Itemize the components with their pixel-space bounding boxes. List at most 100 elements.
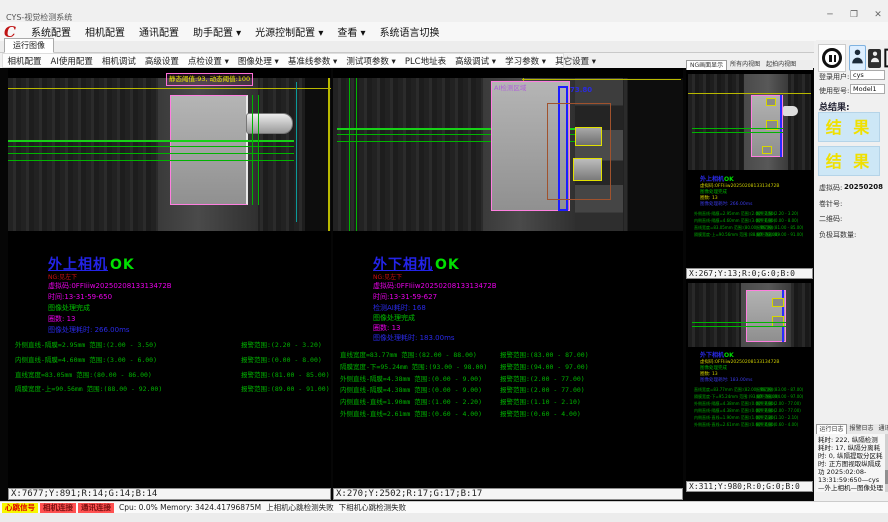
camera2-turns: 圈数: 13 — [373, 323, 401, 333]
menu-item-comm-config[interactable]: 通讯配置 — [132, 24, 186, 39]
thumb-measure-right: 报警范围:(1.10 - 2.10) — [756, 415, 798, 421]
overlay-green-line — [692, 322, 786, 323]
tab-detect-box — [575, 127, 602, 146]
overlay-green-vline — [258, 95, 259, 205]
thumb-measure-row: 内侧直线-隔膜=4.60mm 范围:(3.00 - 6.00)报警范围:(0.0… — [694, 218, 811, 224]
measurement-right: 报警范围:(0.00 - 8.00) — [241, 354, 322, 364]
toolbar-image-processing[interactable]: 图像处理 ▾ — [233, 55, 283, 67]
tab-search-box — [547, 103, 611, 200]
toolbar-plc-address[interactable]: PLC地址表 — [400, 55, 450, 67]
statusbar: 心跳信号 相机连接 通讯连接 Cpu: 0.0% Memory: 3424.41… — [0, 501, 888, 513]
measurement-right: 报警范围:(1.10 - 2.10) — [500, 396, 581, 406]
thumb-status: OK — [724, 352, 734, 359]
measurement-left: 外侧直线-隔膜=4.38mm 范围:(0.00 - 9.00) — [340, 373, 482, 383]
thumbnail-bottom-title: 外下相机OK — [700, 350, 734, 359]
camera1-ng-note: NG:见左下 — [48, 272, 77, 281]
needle-number-label: 卷针号: — [819, 199, 842, 209]
measurement-row: 内侧直线-隔膜=4.60mm 范围:(3.00 - 6.00) 报警范围:(0.0… — [15, 354, 329, 363]
tab-comm-log[interactable]: 通讯日志 — [876, 424, 888, 434]
thumbnail-top-readout: X:267;Y:13;R:0;G:0;B:0 — [686, 268, 813, 279]
operator-button[interactable] — [868, 49, 881, 68]
measurement-left: 直线宽度=83.77mm 范围:(82.00 - 88.00) — [340, 349, 477, 359]
toolbar-baseline-params[interactable]: 基准线参数 ▾ — [283, 55, 341, 67]
vcode-label: 虚拟码: — [819, 183, 842, 193]
thumbnail-tabs: NG画面显示 所有内视图 起拍内视图 — [686, 60, 813, 70]
camera2-ai-elapsed: 检测AI耗时: 168 — [373, 303, 426, 313]
menu-item-system-config[interactable]: 系统配置 — [24, 24, 78, 39]
measurement-row: 隔膜宽度-下=95.24mm 范围:(93.00 - 98.00)报警范围:(9… — [340, 361, 681, 370]
camera1-title-text: 外上相机 — [48, 257, 108, 273]
separator-region-box — [170, 95, 248, 205]
app-window: CYS-视觉检测系统 ─ ❐ ✕ C 系统配置 相机配置 通讯配置 助手配置 ▾… — [0, 0, 888, 522]
measurement-row: 直线宽度=83.77mm 范围:(82.00 - 88.00)报警范围:(83.… — [340, 349, 681, 358]
exit-button[interactable] — [882, 46, 888, 71]
measurement-right: 报警范围:(89.00 - 91.00) — [241, 383, 330, 393]
toolbar-learning-params[interactable]: 学习参数 ▾ — [501, 55, 551, 67]
thumb-measure-right: 报警范围:(89.00 - 91.00) — [756, 232, 803, 238]
login-user-input[interactable]: cys — [850, 70, 885, 80]
menu-item-view[interactable]: 查看 ▾ — [330, 24, 372, 39]
thumb-measure-right: 报警范围:(81.00 - 85.00) — [756, 225, 803, 231]
menubar: C 系统配置 相机配置 通讯配置 助手配置 ▾ 光源控制配置 ▾ 查看 ▾ 系统… — [0, 22, 888, 41]
camera1-title: 外上相机OK — [48, 254, 135, 274]
thumbnail-top-panel[interactable]: 外上相机OK 虚拟码:0FFIiiw2025020813313472B 图像处理… — [686, 70, 813, 268]
measurement-right: 报警范围:(2.00 - 77.00) — [500, 384, 585, 394]
user-login-button[interactable] — [849, 45, 866, 71]
log-text: 耗时: 222, 纵隔检测耗时: 17, 纵隔分离耗时: 0, 纵隔提取分区耗时… — [816, 434, 885, 492]
tab-detect-box — [762, 146, 772, 154]
toolbar-other-settings[interactable]: 其它设置 ▾ — [551, 55, 601, 67]
overlay-green-line — [692, 128, 783, 129]
measurement-row: 外侧直线-直线=2.61mm 范围:(0.60 - 4.00)报警范围:(0.6… — [340, 408, 681, 417]
toolbar-camera-config[interactable]: 相机配置 — [3, 55, 46, 67]
tab-run-image[interactable]: 运行图像 — [4, 38, 54, 53]
menu-item-language[interactable]: 系统语言切换 — [373, 24, 447, 39]
maximize-button[interactable]: ❐ — [848, 10, 860, 20]
tab-alarm-log[interactable]: 报警日志 — [847, 424, 876, 434]
thumbnail-bottom-panel[interactable]: 外下相机OK 虚拟码:0FFIiiw2025020813313472B 图像处理… — [686, 279, 813, 481]
menu-item-assistant-config[interactable]: 助手配置 ▾ — [186, 24, 248, 39]
thumb-measure-row: 外侧直线-直线=2.61mm 范围:(0.60 - 4.00)报警范围:(0.6… — [694, 422, 811, 428]
vcode-value: 20250208 — [844, 183, 883, 191]
tab-run-log[interactable]: 运行日志 — [816, 424, 847, 434]
camera1-done: 图像处理完成 — [48, 303, 90, 313]
toolbar-ai-usage[interactable]: AI使用配置 — [46, 55, 97, 67]
toolbar-test-params[interactable]: 测试项参数 ▾ — [342, 55, 400, 67]
thumb-measure-row: 内侧直线-隔膜=4.38mm 范围:(0.00 - 9.00)报警范围:(2.0… — [694, 408, 811, 414]
qr-code-label: 二维码: — [819, 214, 842, 224]
camera1-time: 时间:13-31-59-650 — [48, 292, 112, 302]
camera2-elapsed: 图像处理耗时: 183.00ms — [373, 333, 455, 343]
tab-detect-box — [766, 98, 776, 106]
thumb-measure-right: 报警范围:(2.00 - 77.00) — [756, 408, 801, 414]
log-tabs: 运行日志 报警日志 通讯日志 — [816, 424, 888, 434]
window-controls: ─ ❐ ✕ — [824, 10, 884, 20]
close-button[interactable]: ✕ — [872, 10, 884, 20]
tab-ng-display[interactable]: NG画面显示 — [686, 60, 727, 70]
toolbar-advanced-settings[interactable]: 高级设置 — [140, 55, 183, 67]
tab-all-views[interactable]: 所有内视图 — [727, 60, 763, 70]
minimize-button[interactable]: ─ — [824, 10, 836, 20]
thumb-measure-right: 报警范围:(83.00 - 87.00) — [756, 387, 803, 393]
menu-item-light-control[interactable]: 光源控制配置 ▾ — [248, 24, 330, 39]
menu-item-camera-config[interactable]: 相机配置 — [78, 24, 132, 39]
camera2-done: 图像处理完成 — [373, 313, 415, 323]
measurement-left: 外侧直线-直线=2.61mm 范围:(0.60 - 4.00) — [340, 408, 482, 418]
thumbnail-top-title: 外上相机OK — [700, 174, 734, 183]
thumb-elapsed: 图像处理耗时: 183.00ms — [700, 377, 752, 383]
ai-region-label: AI检测区域 — [494, 82, 526, 92]
overlay-green-vline — [349, 78, 350, 231]
pause-button[interactable] — [818, 44, 846, 72]
thumb-elapsed: 图像处理耗时: 266.00ms — [700, 201, 752, 207]
toolbar-spot-check[interactable]: 点检设置 ▾ — [183, 55, 233, 67]
measurement-right: 报警范围:(94.00 - 97.00) — [500, 361, 589, 371]
model-input[interactable]: Model1 — [850, 84, 885, 94]
tab-start-views[interactable]: 起拍内视图 — [763, 60, 799, 70]
measurement-left: 内侧直线-隔膜=4.60mm 范围:(3.00 - 6.00) — [15, 354, 157, 364]
result-box-1: 结 果 — [818, 112, 880, 142]
overlay-yellow-line — [688, 93, 811, 94]
titlebar: CYS-视觉检测系统 ─ ❐ ✕ — [0, 0, 888, 22]
thumbnail-bottom-readout: X:311;Y:980;R:0;G:0;B:0 — [686, 481, 813, 492]
camera2-image-dark-zone — [628, 78, 683, 231]
camera2-vcode: 虚拟码:0FFIiiw2025020813313472B — [373, 281, 497, 291]
toolbar-camera-debug[interactable]: 相机调试 — [97, 55, 140, 67]
toolbar-advanced-debug[interactable]: 高级调试 ▾ — [451, 55, 501, 67]
